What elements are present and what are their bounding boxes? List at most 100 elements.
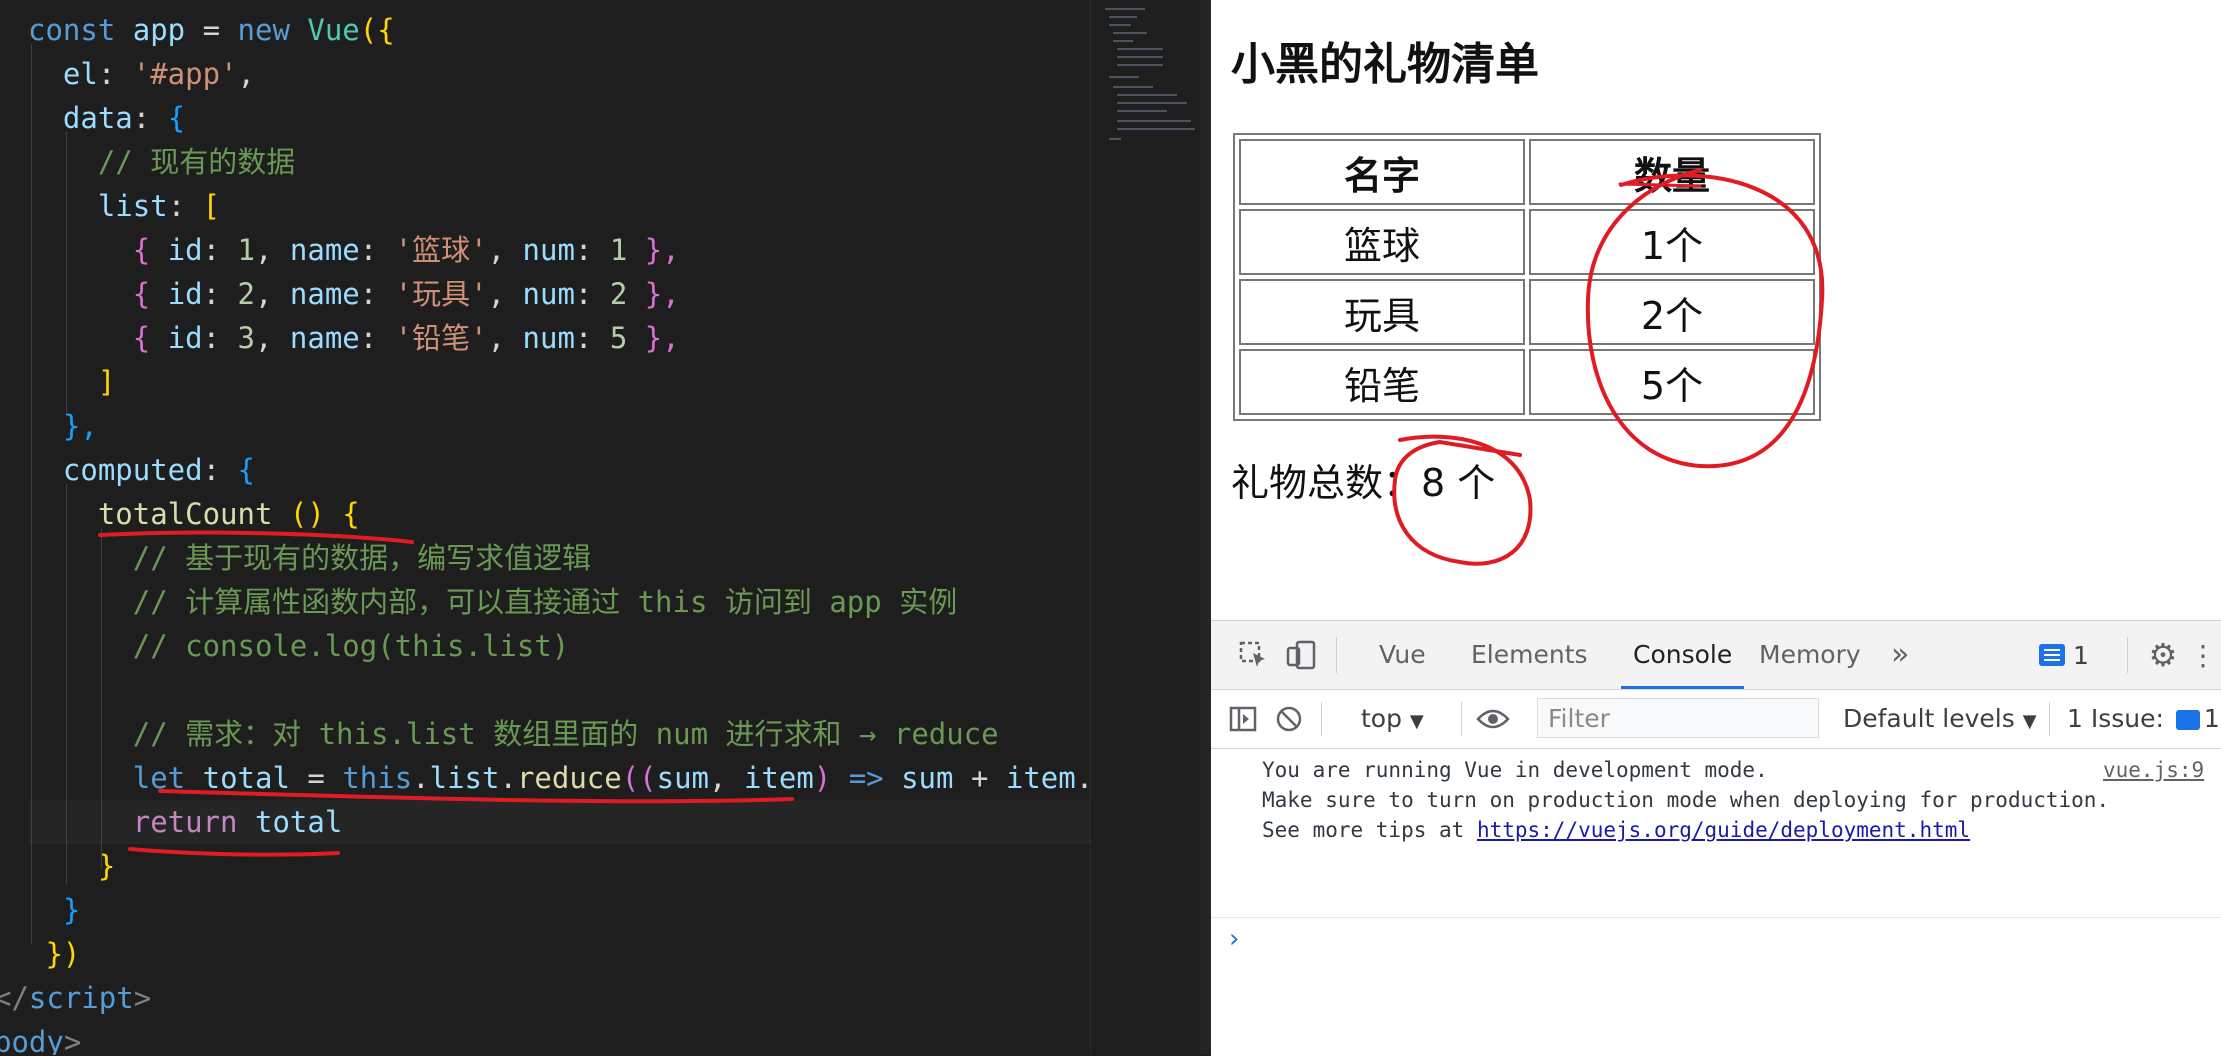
code-line[interactable]: list: [ xyxy=(28,184,220,228)
code-editor[interactable]: const app = new Vue({ el: '#app', data: … xyxy=(0,0,1090,1055)
tab-vue[interactable]: Vue xyxy=(1379,621,1426,689)
code-token: : xyxy=(574,321,610,355)
minimap-line xyxy=(1109,24,1131,26)
code-token: : xyxy=(97,57,133,91)
code-line[interactable]: }, xyxy=(28,404,98,448)
code-token: }) xyxy=(28,937,81,971)
minimap-line xyxy=(1117,64,1163,66)
code-line[interactable]: // console.log(this.list) xyxy=(28,624,570,668)
code-token: : xyxy=(132,101,168,135)
code-line[interactable]: computed: { xyxy=(28,448,255,492)
pane-divider[interactable] xyxy=(1200,0,1211,1055)
clear-console-icon[interactable] xyxy=(1269,699,1309,739)
device-toolbar-icon[interactable] xyxy=(1281,635,1321,675)
deployment-guide-link[interactable]: https://vuejs.org/guide/deployment.html xyxy=(1477,818,1970,842)
code-line[interactable]: el: '#app', xyxy=(28,52,255,96)
table-cell-count: 5个 xyxy=(1529,349,1815,415)
code-token: }, xyxy=(28,409,98,443)
console-message-line: You are running Vue in development mode. xyxy=(1262,758,1768,782)
code-line[interactable]: totalCount () { xyxy=(28,492,360,536)
code-line[interactable]: ] xyxy=(28,360,115,404)
code-token: 5 xyxy=(609,321,628,355)
code-token: let xyxy=(28,761,203,795)
code-line[interactable]: // 需求：对 this.list 数组里面的 num 进行求和 → reduc… xyxy=(28,712,999,756)
kebab-menu-icon[interactable]: ⋮ xyxy=(2189,635,2217,675)
code-line[interactable]: let total = this.list.reduce((sum, item)… xyxy=(28,756,1090,800)
more-tabs-button[interactable]: » xyxy=(1891,621,1909,689)
code-line[interactable]: // 现有的数据 xyxy=(28,140,295,184)
code-token: item xyxy=(743,761,814,795)
code-token: 2 xyxy=(609,277,628,311)
column-header-count: 数量 xyxy=(1529,139,1815,205)
log-levels-select[interactable]: Default levels ▼ xyxy=(1843,690,2037,748)
code-line[interactable]: </script> xyxy=(0,976,151,1020)
code-line[interactable]: // 基于现有的数据，编写求值逻辑 xyxy=(28,536,591,580)
code-token: , xyxy=(709,761,744,795)
code-token: : xyxy=(202,321,238,355)
code-token: } xyxy=(28,849,116,883)
message-icon xyxy=(2175,710,2200,730)
code-token: => xyxy=(831,761,902,795)
code-token: ] xyxy=(28,365,116,399)
minimap-line xyxy=(1113,40,1133,42)
table-cell-count: 2个 xyxy=(1529,279,1815,345)
tab-console[interactable]: Console xyxy=(1621,621,1745,689)
code-line[interactable]: // 计算属性函数内部，可以直接通过 this 访问到 app 实例 xyxy=(28,580,957,624)
log-levels-value: Default levels xyxy=(1843,704,2015,733)
code-token: { xyxy=(28,233,168,267)
code-token: : xyxy=(359,321,395,355)
console-prompt[interactable]: › xyxy=(1211,917,2221,962)
console-source-link[interactable]: vue.js:9 xyxy=(2103,758,2204,782)
code-token: , xyxy=(487,321,523,355)
console-filter-input[interactable] xyxy=(1537,698,1819,738)
inspect-element-icon[interactable] xyxy=(1233,635,1273,675)
code-line[interactable]: { id: 1, name: '篮球', num: 1 }, xyxy=(28,228,680,272)
code-line[interactable]: return total xyxy=(28,800,1090,844)
tab-elements[interactable]: Elements xyxy=(1471,621,1588,689)
sidebar-toggle-icon[interactable] xyxy=(1223,699,1263,739)
table-header-row: 名字 数量 xyxy=(1239,139,1815,205)
issues-button[interactable]: 1 Issue: 1 xyxy=(2067,690,2220,748)
toolbar-separator xyxy=(1321,702,1322,736)
code-token: // 基于现有的数据，编写求值逻辑 xyxy=(28,541,592,575)
column-header-name: 名字 xyxy=(1239,139,1525,205)
console-message-text: See more tips at xyxy=(1262,818,1477,842)
code-line[interactable]: { id: 2, name: '玩具', num: 2 }, xyxy=(28,272,680,316)
settings-gear-icon[interactable]: ⚙ xyxy=(2143,635,2183,675)
code-line[interactable]: const app = new Vue({ xyxy=(28,8,395,52)
code-token: '篮球' xyxy=(394,233,488,267)
code-line[interactable]: }) xyxy=(28,932,80,976)
code-line[interactable]: } xyxy=(28,844,115,888)
code-token: num xyxy=(522,277,575,311)
code-token: > xyxy=(63,1025,82,1055)
code-line[interactable]: body> xyxy=(0,1020,81,1055)
editor-minimap[interactable] xyxy=(1090,0,1201,1055)
code-token: : xyxy=(359,277,395,311)
code-token: , xyxy=(487,277,523,311)
code-token: item xyxy=(1005,761,1076,795)
code-token: computed xyxy=(28,453,203,487)
code-token: this xyxy=(342,761,413,795)
code-token: ({ xyxy=(359,13,395,47)
code-token: : xyxy=(574,233,610,267)
code-token: }, xyxy=(627,277,680,311)
code-token: // 计算属性函数内部，可以直接通过 this 访问到 app 实例 xyxy=(28,585,958,619)
code-token: // console.log(this.list) xyxy=(28,629,570,663)
total-count-line: 礼物总数：8 个 xyxy=(1231,452,1495,507)
code-token: > xyxy=(133,981,152,1015)
tab-memory[interactable]: Memory xyxy=(1759,621,1861,689)
code-line[interactable]: { id: 3, name: '铅笔', num: 5 }, xyxy=(28,316,680,360)
context-select[interactable]: top ▼ xyxy=(1361,690,1424,748)
eye-icon[interactable] xyxy=(1473,699,1513,739)
issues-counter[interactable]: 1 xyxy=(2039,637,2129,673)
minimap-line xyxy=(1117,128,1195,130)
code-line[interactable]: } xyxy=(28,888,80,932)
code-token: , xyxy=(255,233,290,267)
code-line[interactable]: data: { xyxy=(28,96,185,140)
code-token: totalCount xyxy=(28,497,290,531)
devtools-tab-bar: Vue Elements Console Memory » 1 ⚙ ⋮ xyxy=(1211,621,2221,690)
issues-button-count: 1 xyxy=(2203,704,2220,733)
code-token: . xyxy=(412,761,430,795)
code-token: { xyxy=(237,453,255,487)
toolbar-separator xyxy=(2049,702,2050,736)
